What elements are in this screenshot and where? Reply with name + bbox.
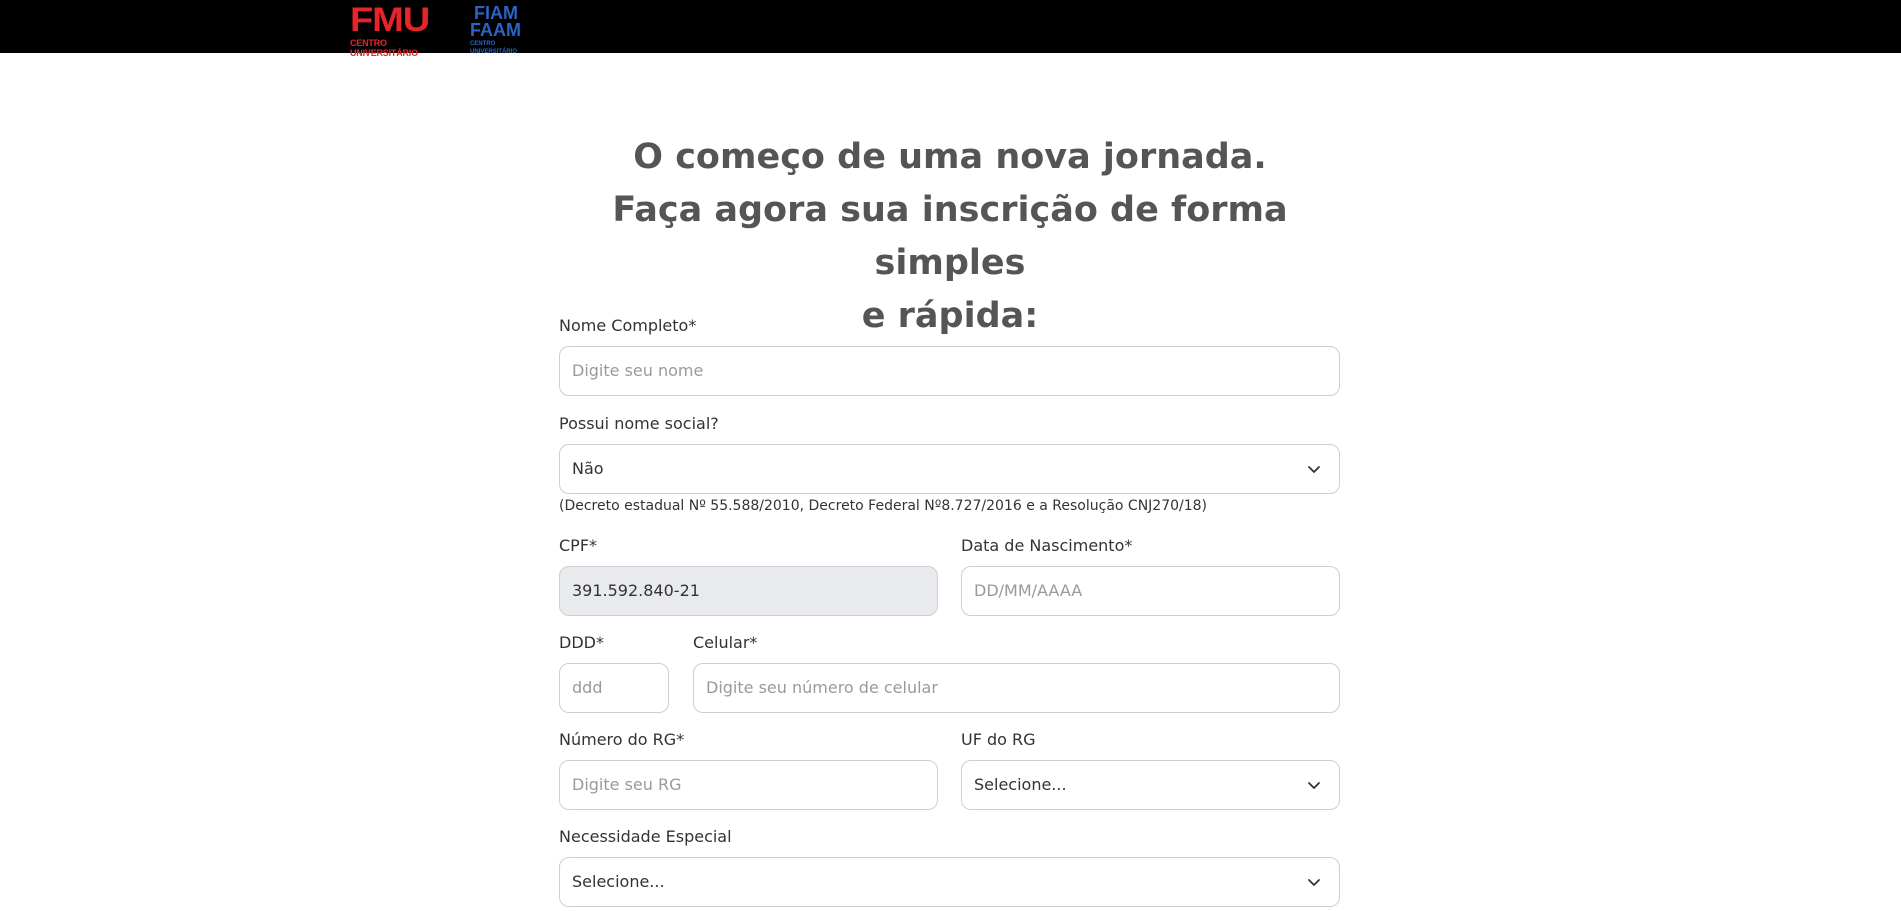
fmu-logo-text: FMU: [350, 1, 430, 39]
ddd-label: DDD*: [559, 633, 604, 652]
nome-social-select[interactable]: Não: [559, 444, 1340, 494]
headline-line-1: O começo de uma nova jornada.: [633, 137, 1267, 177]
ddd-input[interactable]: ddd: [559, 663, 669, 713]
celular-placeholder: Digite seu número de celular: [706, 678, 938, 697]
nome-completo-input[interactable]: Digite seu nome: [559, 346, 1340, 396]
nome-social-label: Possui nome social?: [559, 414, 719, 433]
chevron-down-icon: [1308, 879, 1320, 886]
uf-rg-label: UF do RG: [961, 730, 1036, 749]
fiam-faam-logo[interactable]: FIAM FAAM CENTRO UNIVERSITÁRIO: [470, 4, 542, 55]
ddd-placeholder: ddd: [572, 678, 603, 697]
chevron-down-icon: [1308, 782, 1320, 789]
data-nascimento-placeholder: DD/MM/AAAA: [974, 581, 1083, 600]
fmu-logo-subtitle: CENTRO UNIVERSITÁRIO: [350, 38, 418, 58]
nome-social-legal-note: (Decreto estadual Nº 55.588/2010, Decret…: [559, 498, 1208, 514]
fiam-logo-subtitle: CENTRO UNIVERSITÁRIO: [470, 41, 518, 55]
fmu-logo[interactable]: FMU CENTRO UNIVERSITÁRIO: [350, 3, 456, 58]
nome-completo-placeholder: Digite seu nome: [572, 361, 704, 380]
necessidade-especial-label: Necessidade Especial: [559, 827, 732, 846]
uf-rg-value: Selecione...: [974, 775, 1067, 794]
headline-line-2: Faça agora sua inscrição de forma simple…: [612, 190, 1288, 283]
rg-label: Número do RG*: [559, 730, 685, 749]
data-nascimento-label: Data de Nascimento*: [961, 536, 1133, 555]
cpf-value: 391.592.840-21: [572, 581, 700, 600]
faam-logo-text: FAAM: [470, 20, 521, 40]
data-nascimento-input[interactable]: DD/MM/AAAA: [961, 566, 1340, 616]
chevron-down-icon: [1308, 466, 1320, 473]
celular-label: Celular*: [693, 633, 758, 652]
rg-placeholder: Digite seu RG: [572, 775, 682, 794]
nome-completo-label: Nome Completo*: [559, 316, 697, 335]
page-headline: O começo de uma nova jornada. Faça agora…: [540, 131, 1360, 343]
nome-social-value: Não: [572, 459, 604, 478]
cpf-label: CPF*: [559, 536, 598, 555]
celular-input[interactable]: Digite seu número de celular: [693, 663, 1340, 713]
top-header-bar: FMU CENTRO UNIVERSITÁRIO FIAM FAAM CENTR…: [0, 0, 1901, 58]
necessidade-especial-select[interactable]: Selecione...: [559, 857, 1340, 907]
uf-rg-select[interactable]: Selecione...: [961, 760, 1340, 810]
rg-input[interactable]: Digite seu RG: [559, 760, 938, 810]
necessidade-especial-value: Selecione...: [572, 872, 665, 891]
cpf-input[interactable]: 391.592.840-21: [559, 566, 938, 616]
